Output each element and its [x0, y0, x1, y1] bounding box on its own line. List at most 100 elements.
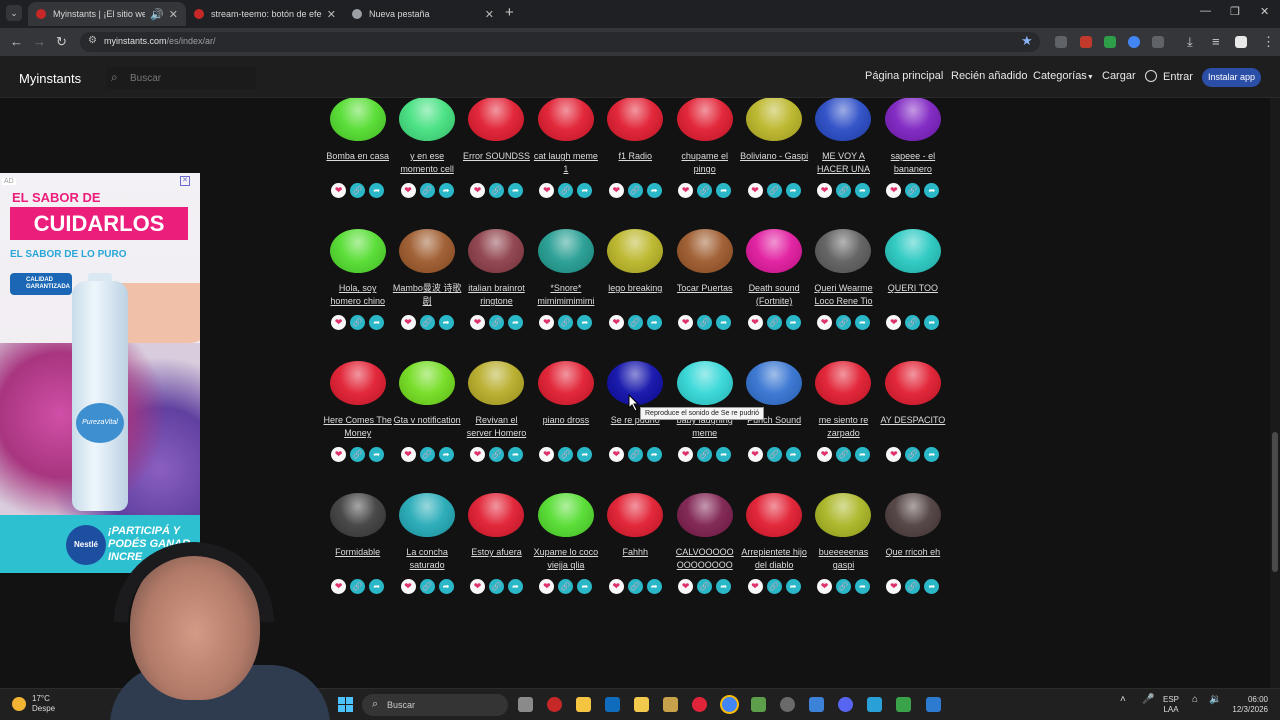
- weather-widget[interactable]: 17°C Despe: [12, 694, 55, 714]
- sound-name-link[interactable]: chupame el pingo: [670, 150, 739, 178]
- nav-categories[interactable]: Categorías▼: [1033, 70, 1094, 82]
- site-info-icon[interactable]: ⚙: [88, 35, 97, 46]
- share-button[interactable]: ➦: [785, 447, 801, 462]
- play-sound-button[interactable]: [397, 98, 457, 149]
- sound-name-link[interactable]: Fahhh: [601, 546, 670, 574]
- restore-icon[interactable]: ❐: [1230, 5, 1240, 18]
- copy-link-button[interactable]: 🔗: [905, 447, 921, 462]
- url-field[interactable]: ⚙ myinstants.com/es/index/ar/: [80, 32, 1040, 52]
- favorite-button[interactable]: ❤: [678, 447, 694, 462]
- share-button[interactable]: ➦: [854, 315, 870, 330]
- copy-link-button[interactable]: 🔗: [835, 447, 851, 462]
- app-icon[interactable]: [926, 697, 941, 712]
- copy-link-button[interactable]: 🔗: [488, 183, 504, 198]
- share-button[interactable]: ➦: [646, 315, 662, 330]
- play-sound-button[interactable]: [466, 359, 526, 413]
- copy-link-button[interactable]: 🔗: [350, 183, 366, 198]
- share-button[interactable]: ➦: [369, 579, 385, 594]
- play-sound-button[interactable]: [328, 491, 388, 545]
- play-sound-button[interactable]: [883, 98, 943, 149]
- share-button[interactable]: ➦: [369, 447, 385, 462]
- game-icon[interactable]: [663, 697, 678, 712]
- sound-name-link[interactable]: piano dross: [531, 414, 600, 442]
- share-button[interactable]: ➦: [716, 447, 732, 462]
- sound-name-link[interactable]: Estoy afuera: [462, 546, 531, 574]
- window-close-icon[interactable]: ✕: [1260, 5, 1269, 18]
- play-sound-button[interactable]: [397, 491, 457, 545]
- task-view-icon[interactable]: [518, 697, 533, 712]
- play-sound-button[interactable]: [675, 227, 735, 281]
- search-input[interactable]: [106, 67, 256, 89]
- favorite-button[interactable]: ❤: [747, 315, 763, 330]
- ad-banner[interactable]: AD ✕ EL SABOR DE CUIDARLOS EL SABOR DE L…: [0, 173, 200, 573]
- copy-link-button[interactable]: 🔗: [697, 579, 713, 594]
- copy-link-button[interactable]: 🔗: [488, 447, 504, 462]
- sound-name-link[interactable]: Xupame lo coco viejja qlia: [531, 546, 600, 574]
- sound-name-link[interactable]: ME VOY A HACER UNA: [809, 150, 878, 178]
- sound-name-link[interactable]: italian brainrot ringtone: [462, 282, 531, 310]
- tray-chevron-icon[interactable]: ˄: [1120, 695, 1126, 705]
- menu-icon[interactable]: ⋮: [1262, 34, 1275, 50]
- copy-link-button[interactable]: 🔗: [835, 183, 851, 198]
- sound-name-link[interactable]: Queri Wearme Loco Rene Tio: [809, 282, 878, 310]
- favorite-button[interactable]: ❤: [747, 579, 763, 594]
- favorite-button[interactable]: ❤: [747, 183, 763, 198]
- favorite-button[interactable]: ❤: [331, 579, 347, 594]
- share-button[interactable]: ➦: [924, 447, 940, 462]
- copy-link-button[interactable]: 🔗: [350, 579, 366, 594]
- share-button[interactable]: ➦: [854, 579, 870, 594]
- profile-icon[interactable]: [1235, 36, 1247, 48]
- favorite-button[interactable]: ❤: [886, 183, 902, 198]
- sound-name-link[interactable]: f1 Radio: [601, 150, 670, 178]
- nav-home[interactable]: Página principal: [865, 70, 943, 82]
- sound-name-link[interactable]: Que rricoh eh: [878, 546, 947, 574]
- sound-name-link[interactable]: Mambo曼波 诗歌剧: [392, 282, 462, 310]
- copy-link-button[interactable]: 🔗: [905, 183, 921, 198]
- play-sound-button[interactable]: [397, 227, 457, 281]
- share-button[interactable]: ➦: [577, 447, 593, 462]
- share-button[interactable]: ➦: [577, 315, 593, 330]
- copy-link-button[interactable]: 🔗: [419, 315, 435, 330]
- sound-name-link[interactable]: CALVOOOOO OOOOOOOO: [670, 546, 739, 574]
- share-button[interactable]: ➦: [646, 183, 662, 198]
- play-sound-button[interactable]: [675, 98, 735, 149]
- share-button[interactable]: ➦: [785, 579, 801, 594]
- taskbar-search[interactable]: ⌕ Buscar: [362, 694, 508, 716]
- play-sound-button[interactable]: [328, 359, 388, 413]
- sound-name-link[interactable]: sapeee - el bananero: [878, 150, 947, 178]
- favorite-button[interactable]: ❤: [331, 315, 347, 330]
- copy-link-button[interactable]: 🔗: [558, 447, 574, 462]
- sound-name-link[interactable]: bueeeeenas gaspi: [809, 546, 878, 574]
- favorite-button[interactable]: ❤: [816, 183, 832, 198]
- play-sound-button[interactable]: [744, 491, 804, 545]
- back-icon[interactable]: ←: [10, 34, 23, 49]
- ad-close-icon[interactable]: ✕: [180, 176, 190, 186]
- windows-start-icon[interactable]: [338, 697, 353, 712]
- copy-link-button[interactable]: 🔗: [627, 447, 643, 462]
- tab-stream-teemo[interactable]: stream-teemo: botón de efecto ✕: [186, 2, 344, 26]
- copy-link-button[interactable]: 🔗: [627, 315, 643, 330]
- sound-name-link[interactable]: me siento re zarpado: [809, 414, 878, 442]
- sound-name-link[interactable]: y en ese momento cell: [392, 150, 461, 178]
- share-button[interactable]: ➦: [507, 579, 523, 594]
- tab-new[interactable]: Nueva pestaña ✕: [344, 2, 502, 26]
- share-button[interactable]: ➦: [854, 447, 870, 462]
- favorite-button[interactable]: ❤: [469, 183, 485, 198]
- play-sound-button[interactable]: [883, 359, 943, 413]
- folder-icon[interactable]: [634, 697, 649, 712]
- steam-icon[interactable]: [780, 697, 795, 712]
- app-icon[interactable]: [896, 697, 911, 712]
- favorite-button[interactable]: ❤: [331, 447, 347, 462]
- site-logo[interactable]: Myinstants: [19, 71, 81, 86]
- play-sound-button[interactable]: [328, 98, 388, 149]
- mic-icon[interactable]: 🎤: [1142, 695, 1154, 705]
- favorite-button[interactable]: ❤: [469, 447, 485, 462]
- favorite-button[interactable]: ❤: [816, 579, 832, 594]
- sound-name-link[interactable]: AY DESPACITO: [878, 414, 947, 442]
- nav-login[interactable]: Entrar: [1145, 70, 1193, 83]
- volume-icon[interactable]: 🔉: [1209, 695, 1221, 705]
- copy-link-button[interactable]: 🔗: [419, 447, 435, 462]
- copy-link-button[interactable]: 🔗: [350, 315, 366, 330]
- sound-name-link[interactable]: QUERI TOO: [878, 282, 947, 310]
- sound-name-link[interactable]: Death sound (Fortnite): [739, 282, 808, 310]
